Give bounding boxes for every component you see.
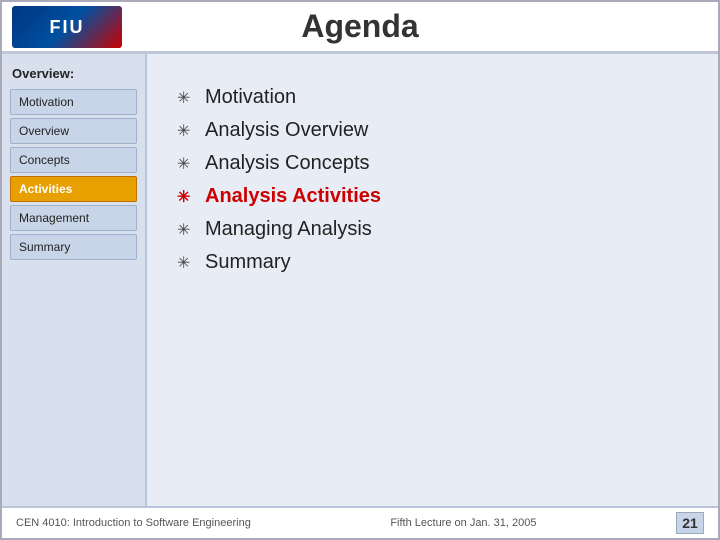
slide: FIU Agenda Overview: Motivation Overview…	[0, 0, 720, 540]
agenda-item-concepts: ✳ Analysis Concepts	[177, 152, 688, 175]
footer: CEN 4010: Introduction to Software Engin…	[2, 506, 718, 538]
sidebar-item-management[interactable]: Management	[10, 205, 137, 231]
agenda-item-text: Managing Analysis	[205, 218, 372, 241]
bullet-icon: ✳	[177, 187, 195, 207]
bullet-icon: ✳	[177, 154, 195, 174]
agenda-list: ✳ Motivation ✳ Analysis Overview ✳ Analy…	[177, 86, 688, 274]
logo-area: FIU	[12, 6, 122, 48]
bullet-icon: ✳	[177, 121, 195, 141]
sidebar-heading: Overview:	[10, 66, 137, 81]
agenda-item-text: Motivation	[205, 86, 296, 109]
agenda-item-text: Analysis Activities	[205, 185, 381, 208]
fiu-logo: FIU	[12, 6, 122, 48]
bullet-icon: ✳	[177, 88, 195, 108]
agenda-item-management: ✳ Managing Analysis	[177, 218, 688, 241]
sidebar-item-overview[interactable]: Overview	[10, 118, 137, 144]
agenda-item-overview: ✳ Analysis Overview	[177, 119, 688, 142]
sidebar-item-concepts[interactable]: Concepts	[10, 147, 137, 173]
agenda-item-text: Analysis Overview	[205, 119, 368, 142]
header: FIU Agenda	[2, 2, 718, 54]
agenda-item-motivation: ✳ Motivation	[177, 86, 688, 109]
page-title: Agenda	[301, 8, 418, 45]
sidebar: Overview: Motivation Overview Concepts A…	[2, 54, 147, 506]
agenda-item-text: Summary	[205, 251, 291, 274]
sidebar-item-summary[interactable]: Summary	[10, 234, 137, 260]
footer-lecture: Fifth Lecture on Jan. 31, 2005	[390, 517, 536, 529]
footer-course: CEN 4010: Introduction to Software Engin…	[16, 517, 251, 529]
bullet-icon: ✳	[177, 253, 195, 273]
agenda-item-activities: ✳ Analysis Activities	[177, 185, 688, 208]
main-area: Overview: Motivation Overview Concepts A…	[2, 54, 718, 506]
agenda-item-text: Analysis Concepts	[205, 152, 370, 175]
bullet-icon: ✳	[177, 220, 195, 240]
sidebar-item-activities[interactable]: Activities	[10, 176, 137, 202]
page-number: 21	[676, 512, 704, 534]
content-area: ✳ Motivation ✳ Analysis Overview ✳ Analy…	[147, 54, 718, 506]
agenda-item-summary: ✳ Summary	[177, 251, 688, 274]
logo-text: FIU	[50, 17, 85, 38]
sidebar-item-motivation[interactable]: Motivation	[10, 89, 137, 115]
